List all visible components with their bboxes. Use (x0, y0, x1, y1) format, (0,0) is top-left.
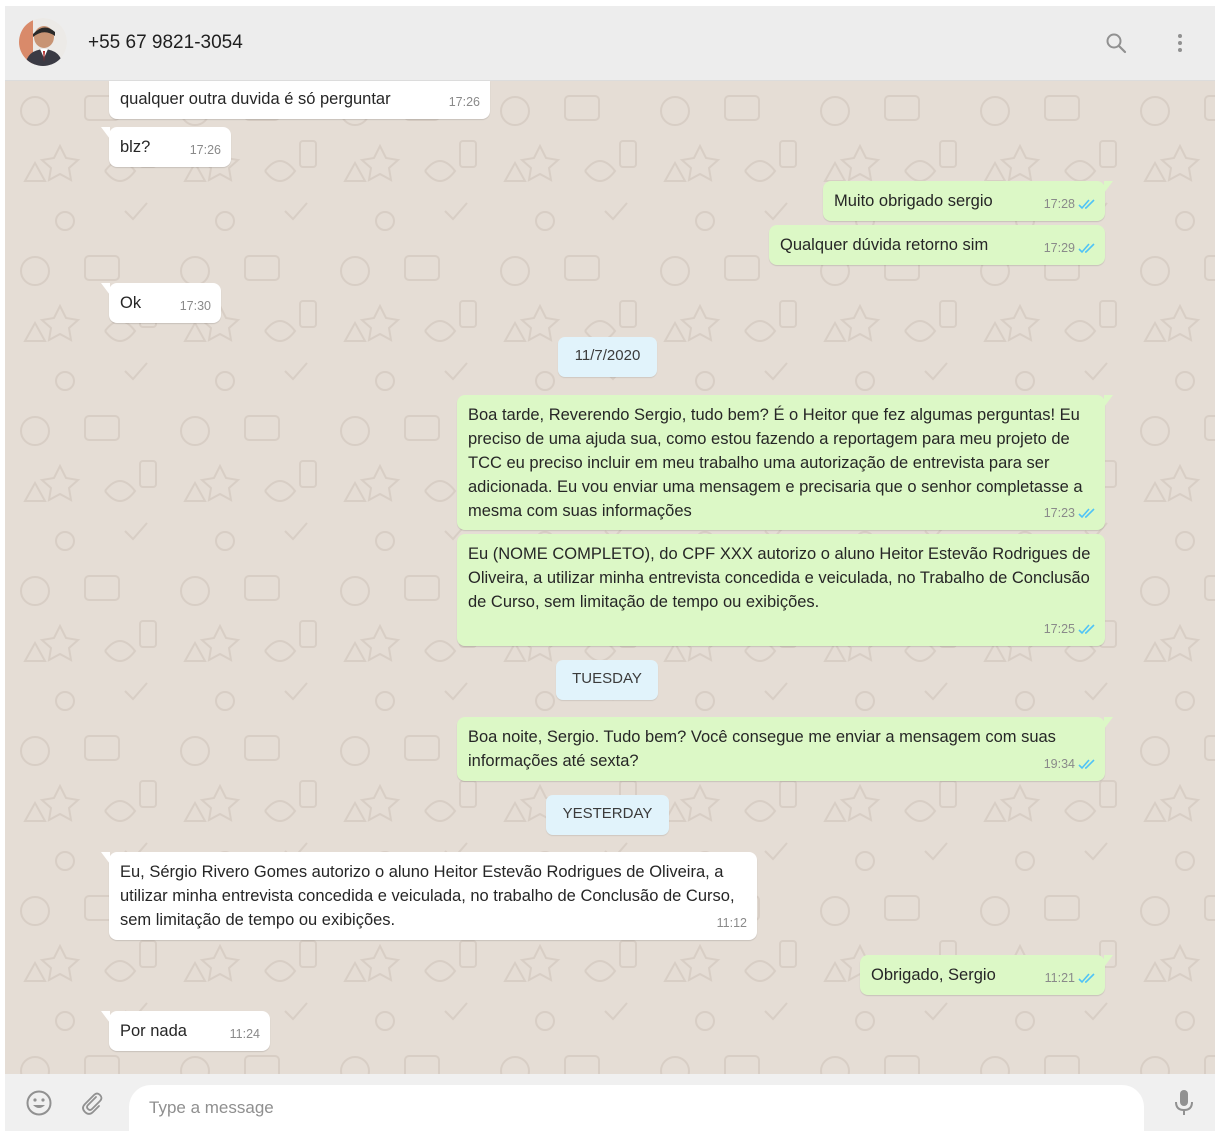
message-outgoing[interactable]: Obrigado, Sergio 11:21 (860, 955, 1113, 995)
message-time: 11:24 (230, 1022, 260, 1046)
message-time: 17:25 (1044, 617, 1097, 641)
avatar-photo (19, 18, 67, 66)
message-text: qualquer outra duvida é só perguntar (120, 90, 391, 108)
message-time: 17:30 (180, 294, 211, 318)
date-divider: 11/7/2020 (558, 337, 657, 377)
search-icon[interactable] (1101, 28, 1131, 58)
double-check-icon (1078, 508, 1095, 519)
chat-window: +55 67 9821-3054 qualquer outra duvida é… (5, 6, 1215, 1131)
message-outgoing[interactable]: Qualquer dúvida retorno sim 17:29 (769, 225, 1105, 265)
message-time: 17:26 (190, 138, 221, 162)
message-time: 17:28 (1044, 192, 1097, 216)
timestamp: 11:21 (1044, 971, 1075, 985)
message-incoming[interactable]: Por nada 11:24 (101, 1011, 270, 1051)
menu-dots-icon[interactable] (1165, 28, 1195, 58)
timestamp: 17:30 (179, 299, 211, 313)
message-time: 19:34 (1044, 752, 1097, 776)
timestamp: 19:34 (1043, 757, 1075, 771)
double-check-icon (1078, 759, 1095, 770)
timestamp: 17:26 (448, 95, 480, 109)
message-time: 17:26 (449, 90, 480, 114)
message-composer (5, 1074, 1215, 1131)
message-incoming[interactable]: Eu, Sérgio Rivero Gomes autorizo o aluno… (101, 852, 757, 940)
emoji-icon[interactable] (22, 1086, 56, 1120)
date-divider: YESTERDAY (546, 795, 669, 835)
timestamp: 17:23 (1043, 506, 1075, 520)
message-text: Eu (NOME COMPLETO), do CPF XXX autorizo … (468, 545, 1091, 611)
date-divider: TUESDAY (556, 660, 658, 700)
message-outgoing[interactable]: Boa tarde, Reverendo Sergio, tudo bem? É… (457, 395, 1113, 530)
message-time: 17:23 (1044, 501, 1097, 525)
message-text: Boa tarde, Reverendo Sergio, tudo bem? É… (468, 406, 1083, 520)
timestamp: 17:26 (189, 143, 221, 157)
message-outgoing[interactable]: Eu (NOME COMPLETO), do CPF XXX autorizo … (457, 534, 1105, 646)
timestamp: 17:29 (1043, 241, 1075, 255)
microphone-icon[interactable] (1167, 1086, 1201, 1120)
double-check-icon (1078, 973, 1095, 984)
attach-icon[interactable] (75, 1086, 109, 1120)
double-check-icon (1078, 243, 1095, 254)
timestamp: 11:24 (229, 1027, 260, 1041)
timestamp: 17:25 (1043, 622, 1075, 636)
message-text: Boa noite, Sergio. Tudo bem? Você conseg… (468, 728, 1056, 770)
message-text: Eu, Sérgio Rivero Gomes autorizo o aluno… (120, 863, 735, 929)
chat-header: +55 67 9821-3054 (5, 6, 1215, 81)
contact-name[interactable]: +55 67 9821-3054 (88, 32, 243, 54)
message-incoming[interactable]: blz? 17:26 (101, 127, 231, 167)
message-input[interactable] (129, 1085, 1144, 1131)
message-time: 11:12 (717, 911, 747, 935)
double-check-icon (1078, 624, 1095, 635)
message-time: 11:21 (1045, 966, 1097, 990)
message-outgoing[interactable]: Muito obrigado sergio 17:28 (823, 181, 1113, 221)
avatar[interactable] (19, 18, 67, 66)
message-incoming[interactable]: Ok 17:30 (101, 283, 221, 323)
message-outgoing[interactable]: Boa noite, Sergio. Tudo bem? Você conseg… (457, 717, 1113, 781)
timestamp: 11:12 (716, 916, 747, 930)
message-list[interactable]: qualquer outra duvida é só perguntar 17:… (5, 81, 1215, 1074)
double-check-icon (1078, 199, 1095, 210)
message-time: 17:29 (1044, 236, 1097, 260)
timestamp: 17:28 (1043, 197, 1075, 211)
message-incoming[interactable]: qualquer outra duvida é só perguntar 17:… (109, 81, 490, 119)
